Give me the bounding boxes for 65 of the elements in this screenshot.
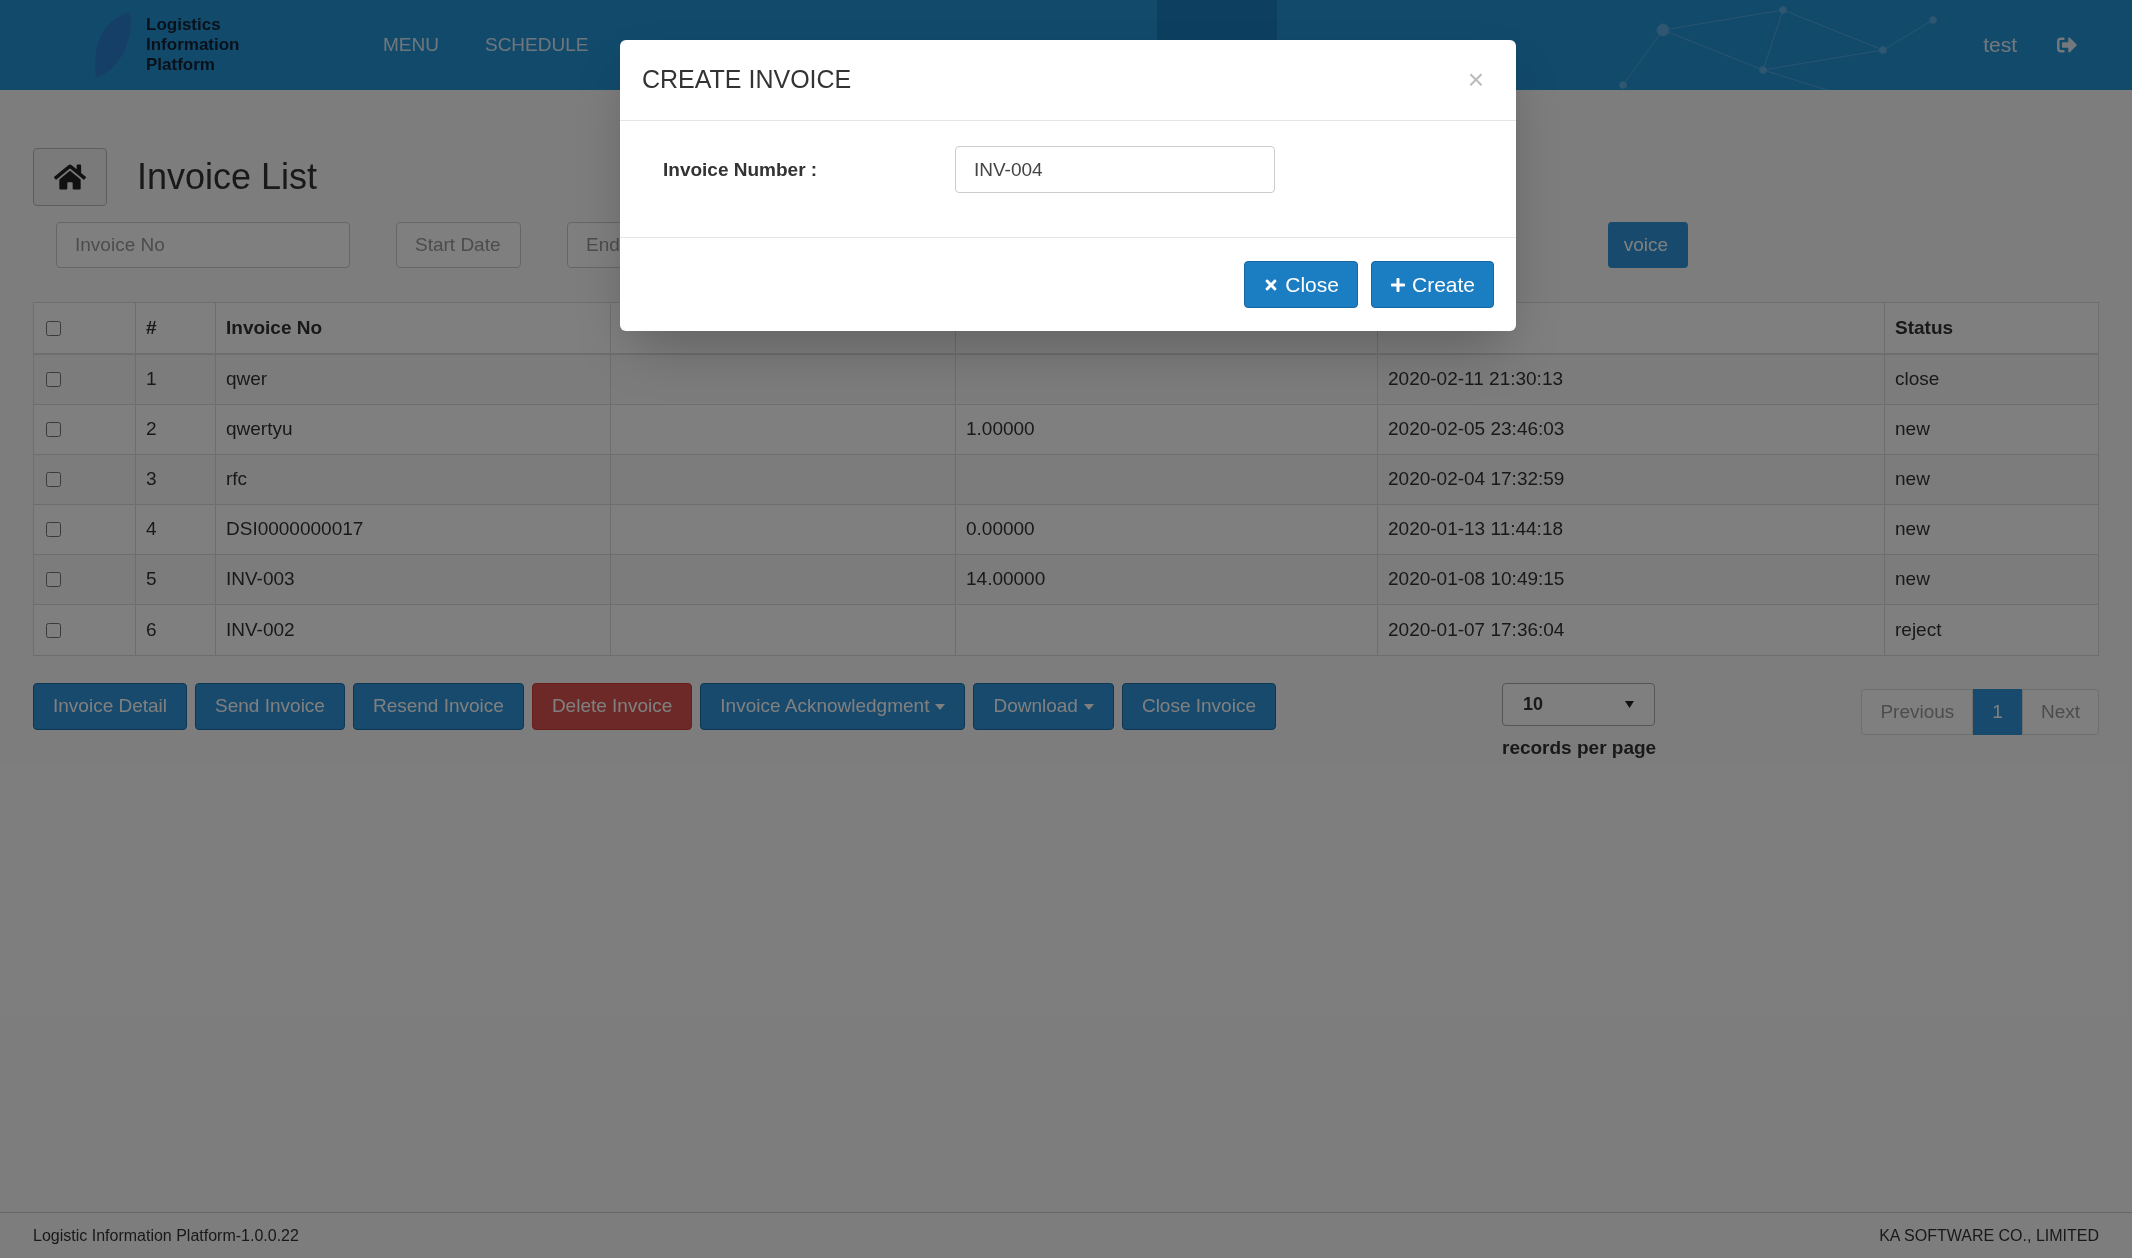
table-cell-text: 2020-01-07 17:36:04	[1388, 617, 1565, 642]
table-cell-text: new	[1895, 567, 1930, 592]
row-checkbox[interactable]	[46, 622, 61, 638]
row-checkbox[interactable]	[46, 522, 61, 537]
footer-version-text: Logistic Information Platform-1.0.0.22	[33, 1225, 299, 1246]
pagination-button[interactable]: 1	[1973, 689, 2022, 735]
logout-icon[interactable]	[2057, 35, 2077, 55]
table-cell-text: new	[1895, 417, 1930, 442]
plus-icon	[1389, 276, 1406, 293]
table-cell-text: 1.00000	[966, 417, 1035, 442]
create-invoice-button[interactable]: voice	[1608, 222, 1688, 268]
username[interactable]: test	[1983, 29, 2017, 61]
table-cell-text: new	[1895, 467, 1930, 492]
invoice-number-label: Invoice Number :	[663, 158, 819, 182]
table-cell-text: qwertyu	[226, 417, 293, 442]
table-cell-text: 5	[146, 567, 157, 592]
table-cell-text: rfc	[226, 467, 248, 492]
home-button[interactable]	[33, 148, 107, 206]
nav-tab[interactable]: SCHEDULE	[461, 0, 612, 90]
action-button[interactable]: Invoice Acknowledgment	[700, 683, 966, 730]
table-cell-text: 6	[146, 617, 157, 642]
action-button[interactable]: Send Invoice	[195, 683, 345, 730]
action-button[interactable]: Close Invoice	[1121, 683, 1276, 730]
table-cell-text: 2020-01-13 11:44:18	[1388, 517, 1564, 542]
table-cell-text: reject	[1895, 617, 1942, 642]
column-header: Invoice No	[226, 315, 323, 340]
invoice-number-field[interactable]: INV-004	[955, 146, 1275, 193]
records-per-page-label: records per page	[1502, 736, 1657, 760]
row-checkbox[interactable]	[46, 422, 61, 437]
table-cell-text: 1	[146, 367, 157, 392]
page-size-select[interactable]: 10	[1502, 683, 1655, 726]
nav-tab[interactable]: MENU	[360, 0, 462, 90]
table-cell-text: new	[1895, 517, 1930, 542]
table-cell-text: 2020-02-04 17:32:59	[1388, 467, 1565, 492]
page-title: Invoice List	[137, 155, 318, 199]
row-checkbox[interactable]	[46, 372, 61, 387]
column-header: #	[146, 315, 157, 340]
logo-text: Logistics Information Platform	[146, 15, 240, 75]
table-cell-text: 2020-01-08 10:49:15	[1388, 567, 1565, 592]
table-cell-text: 2020-02-11 21:30:13	[1388, 367, 1564, 392]
table-cell-text: 2020-02-05 23:46:03	[1388, 417, 1565, 442]
footer-company-text: KA SOFTWARE CO., LIMITED	[1879, 1225, 2099, 1246]
table-cell-text: 0.00000	[966, 517, 1035, 542]
caret-icon	[1625, 701, 1634, 708]
action-button[interactable]: Resend Invoice	[352, 683, 524, 730]
dialog-title: CREATE INVOICE	[642, 64, 852, 96]
action-button[interactable]: Invoice Detail	[33, 683, 188, 730]
column-header: Status	[1895, 315, 1954, 340]
dialog-close-button[interactable]: Close	[1244, 261, 1358, 308]
table-cell-text: close	[1895, 367, 1940, 392]
action-button[interactable]: Download	[973, 683, 1114, 730]
create-button[interactable]: Create	[1370, 261, 1494, 308]
select-all-checkbox[interactable]	[46, 320, 61, 336]
table-cell-text: 2	[146, 417, 157, 442]
table-cell-text: 4	[146, 517, 157, 542]
table-cell-text: qwer	[226, 367, 268, 392]
table-cell-text: DSI0000000017	[226, 517, 364, 542]
table-cell-text: 3	[146, 467, 157, 492]
table-cell-text: INV-002	[226, 617, 295, 642]
row-checkbox[interactable]	[46, 472, 61, 487]
table-cell-text: INV-003	[226, 567, 295, 592]
action-button[interactable]: Delete Invoice	[531, 683, 693, 730]
close-button[interactable]: ×	[1467, 59, 1484, 101]
table-cell-text: 14.00000	[966, 567, 1046, 592]
row-checkbox[interactable]	[46, 572, 61, 587]
